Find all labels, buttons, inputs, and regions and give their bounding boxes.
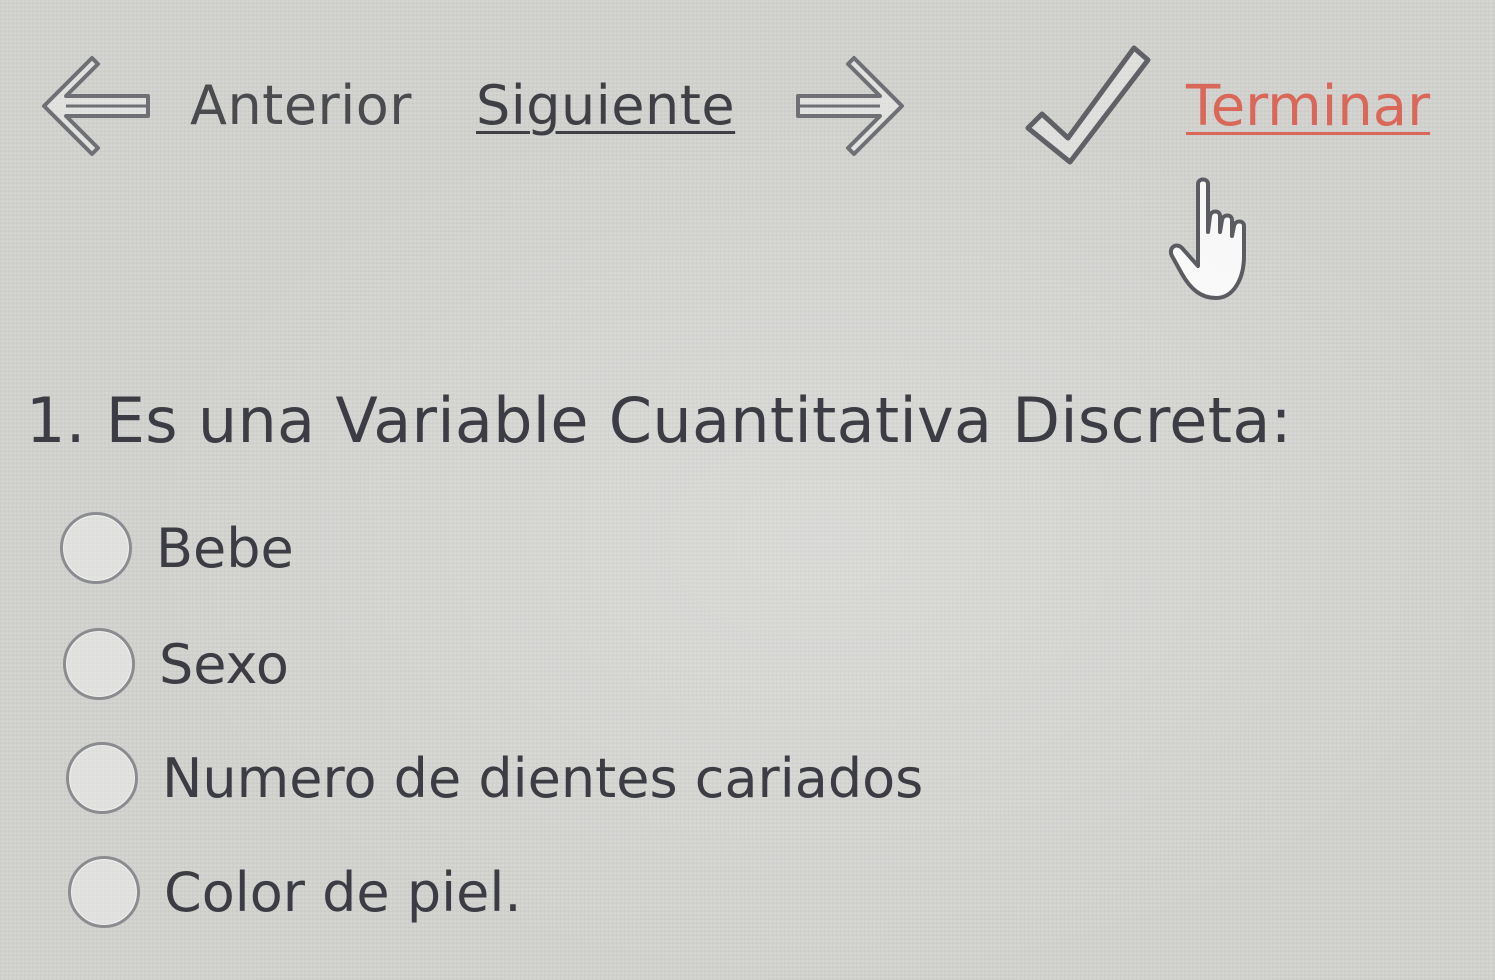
finish-link[interactable]: Terminar — [1186, 74, 1430, 139]
right-arrow-icon — [792, 52, 910, 160]
answer-option[interactable]: Bebe — [60, 512, 294, 584]
radio-button[interactable] — [68, 856, 140, 928]
previous-arrow-button[interactable] — [36, 52, 154, 160]
answer-option[interactable]: Numero de dientes cariados — [66, 742, 923, 814]
answer-label: Color de piel. — [164, 860, 522, 924]
previous-link[interactable]: Anterior — [190, 74, 412, 137]
hand-pointer-icon — [1168, 176, 1268, 310]
answer-label: Bebe — [156, 516, 294, 580]
question-text: 1. Es una Variable Cuantitativa Discreta… — [26, 384, 1292, 457]
answer-label: Sexo — [159, 632, 289, 696]
next-link[interactable]: Siguiente — [476, 74, 735, 137]
left-arrow-icon — [36, 52, 154, 160]
checkmark-icon — [1022, 42, 1152, 166]
radio-button[interactable] — [60, 512, 132, 584]
finish-check-button[interactable] — [1022, 42, 1152, 166]
answer-option[interactable]: Color de piel. — [68, 856, 522, 928]
answer-option[interactable]: Sexo — [63, 628, 289, 700]
answer-label: Numero de dientes cariados — [162, 746, 924, 810]
radio-button[interactable] — [66, 742, 138, 814]
radio-button[interactable] — [63, 628, 135, 700]
next-arrow-button[interactable] — [792, 52, 910, 160]
